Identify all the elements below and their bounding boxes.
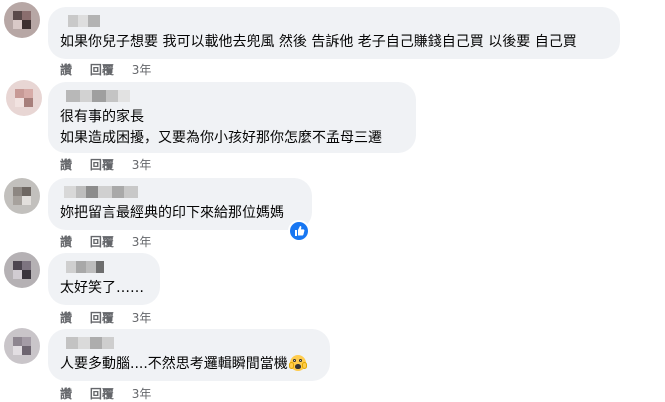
- like-button[interactable]: 讚: [60, 233, 72, 250]
- comment-text: 如果你兒子想要 我可以載他去兜風 然後 告訴他 老子自己賺錢自己買 以後要 自己…: [60, 34, 577, 50]
- timestamp[interactable]: 3年: [132, 61, 152, 78]
- avatar[interactable]: [4, 178, 40, 214]
- commenter-name[interactable]: [60, 261, 148, 273]
- comment-bubble: 妳把留言最經典的印下來給那位媽媽: [48, 178, 312, 230]
- timestamp[interactable]: 3年: [132, 309, 152, 326]
- screaming-face-emoji: [288, 355, 307, 371]
- commenter-name[interactable]: [60, 15, 608, 27]
- reply-button[interactable]: 回覆: [90, 156, 114, 173]
- comment-text-line-1: 很有事的家長: [60, 109, 144, 125]
- reply-button[interactable]: 回覆: [90, 385, 114, 402]
- reply-button[interactable]: 回覆: [90, 309, 114, 326]
- commenter-name[interactable]: [60, 337, 318, 349]
- comment-text-line-2: 如果造成困擾，又要為你小孩好那你怎麼不孟母三遷: [60, 130, 382, 146]
- comment-actions: 讚 回覆 3年: [60, 309, 165, 326]
- like-button[interactable]: 讚: [60, 156, 72, 173]
- timestamp[interactable]: 3年: [132, 233, 152, 250]
- avatar[interactable]: [4, 328, 40, 364]
- comment-actions: 讚 回覆 3年: [60, 233, 165, 250]
- timestamp[interactable]: 3年: [132, 385, 152, 402]
- like-thumb-icon: [295, 226, 305, 236]
- avatar[interactable]: [4, 2, 40, 38]
- comment-bubble: 人要多動腦....不然思考邏輯瞬間當機: [48, 329, 330, 381]
- commenter-name[interactable]: [60, 186, 300, 198]
- comment-text: 太好笑了……: [60, 280, 144, 296]
- comment-actions: 讚 回覆 3年: [60, 156, 165, 173]
- timestamp[interactable]: 3年: [132, 156, 152, 173]
- like-button[interactable]: 讚: [60, 61, 72, 78]
- like-button[interactable]: 讚: [60, 309, 72, 326]
- reply-button[interactable]: 回覆: [90, 233, 114, 250]
- comment-actions: 讚 回覆 3年: [60, 385, 165, 402]
- comment-bubble: 太好笑了……: [48, 253, 160, 305]
- avatar[interactable]: [4, 252, 40, 288]
- comment-bubble: 很有事的家長 如果造成困擾，又要為你小孩好那你怎麼不孟母三遷: [48, 82, 416, 153]
- comment-text: 妳把留言最經典的印下來給那位媽媽: [60, 205, 284, 221]
- comment-text: 人要多動腦....不然思考邏輯瞬間當機: [60, 354, 318, 375]
- comment-bubble: 如果你兒子想要 我可以載他去兜風 然後 告訴他 老子自己賺錢自己買 以後要 自己…: [48, 7, 620, 59]
- avatar[interactable]: [6, 80, 42, 116]
- like-button[interactable]: 讚: [60, 385, 72, 402]
- like-reaction-badge[interactable]: [288, 220, 310, 242]
- commenter-name[interactable]: [60, 90, 404, 102]
- comment-actions: 讚 回覆 3年: [60, 61, 165, 78]
- reply-button[interactable]: 回覆: [90, 61, 114, 78]
